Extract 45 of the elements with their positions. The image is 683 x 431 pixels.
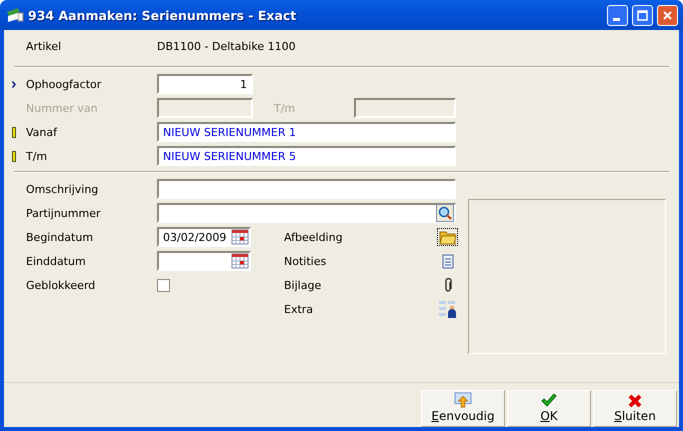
user-form-icon[interactable] — [438, 300, 457, 318]
maximize-button[interactable] — [632, 4, 653, 26]
upload-icon — [453, 392, 473, 408]
field-label: Geblokkeerd — [26, 278, 96, 292]
calendar-icon[interactable] — [231, 229, 249, 245]
text-field[interactable]: NIEUW SERIENUMMER 1 — [157, 122, 456, 142]
field-label: T/m — [26, 150, 48, 162]
checkmark-icon — [541, 394, 557, 408]
field-label: T/m — [274, 102, 296, 114]
lookup-field[interactable] — [157, 203, 456, 223]
text-field[interactable] — [157, 179, 456, 199]
field-label: Nummer van — [26, 102, 99, 114]
close-button[interactable] — [657, 4, 678, 26]
field-label: Begindatum — [26, 230, 94, 244]
article-value: DB1100 - Deltabike 1100 — [157, 40, 296, 55]
field-label: Artikel — [26, 40, 62, 55]
field-label: Omschrijving — [26, 182, 100, 196]
field-label: Afbeelding — [284, 230, 343, 244]
calendar-icon[interactable] — [231, 253, 249, 269]
field-label: Vanaf — [26, 126, 58, 138]
minimize-button[interactable] — [607, 4, 628, 26]
maximize-icon — [637, 10, 648, 20]
dialog-button[interactable]: OK — [507, 390, 591, 427]
field-label: Extra — [284, 302, 314, 316]
paperclip-icon[interactable] — [442, 278, 452, 292]
cross-icon — [628, 394, 642, 408]
folder-icon[interactable] — [438, 229, 456, 245]
app-icon — [6, 7, 24, 23]
number-field[interactable]: 1 — [157, 74, 253, 94]
dialog-button[interactable]: Sluiten — [593, 390, 677, 427]
notepad-icon[interactable] — [442, 254, 454, 268]
window-title: 934 Aanmaken: Serienummers - Exact — [28, 8, 298, 22]
close-icon — [662, 10, 673, 20]
search-icon[interactable] — [436, 204, 454, 222]
checkbox[interactable] — [157, 278, 170, 292]
minimize-icon — [612, 18, 620, 20]
field-label: Ophoogfactor — [26, 78, 102, 90]
dialog-button[interactable]: Eenvoudig — [421, 390, 505, 427]
text-field[interactable]: NIEUW SERIENUMMER 5 — [157, 146, 456, 166]
field-label: Bijlage — [284, 278, 322, 292]
field-label: Partijnummer — [26, 206, 102, 220]
field-label: Einddatum — [26, 254, 87, 268]
date-field[interactable]: 03/02/2009 — [157, 227, 251, 247]
date-field[interactable] — [157, 251, 251, 271]
field-label: Notities — [284, 254, 326, 268]
